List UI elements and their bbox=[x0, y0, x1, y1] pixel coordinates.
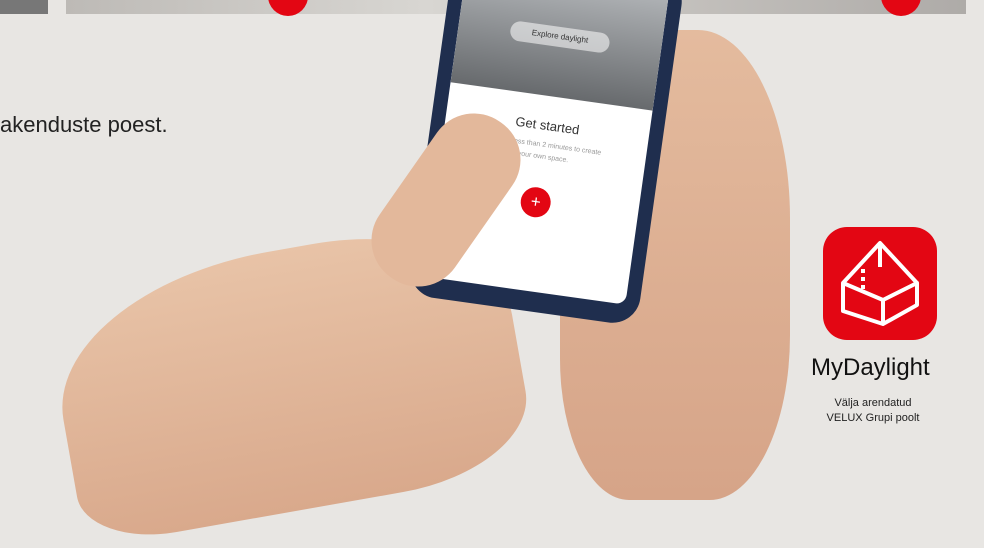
credit-line-1: Välja arendatud bbox=[834, 397, 912, 409]
add-space-button[interactable]: + bbox=[518, 185, 553, 220]
credit-line-2: VELUX Grupi poolt bbox=[826, 412, 920, 424]
background-text: akenduste poest. bbox=[0, 112, 168, 137]
mydaylight-app-icon[interactable] bbox=[823, 227, 937, 340]
red-circle-icon bbox=[268, 0, 308, 16]
app-credit: Välja arendatud VELUX Grupi poolt bbox=[815, 396, 931, 426]
top-image-strip-left bbox=[0, 0, 48, 14]
red-circle-icon bbox=[881, 0, 921, 16]
explore-daylight-button[interactable]: Explore daylight bbox=[509, 20, 611, 54]
app-name: MyDaylight bbox=[811, 354, 930, 381]
room-preview-image: Explore daylight bbox=[450, 0, 670, 111]
house-icon bbox=[841, 241, 919, 326]
